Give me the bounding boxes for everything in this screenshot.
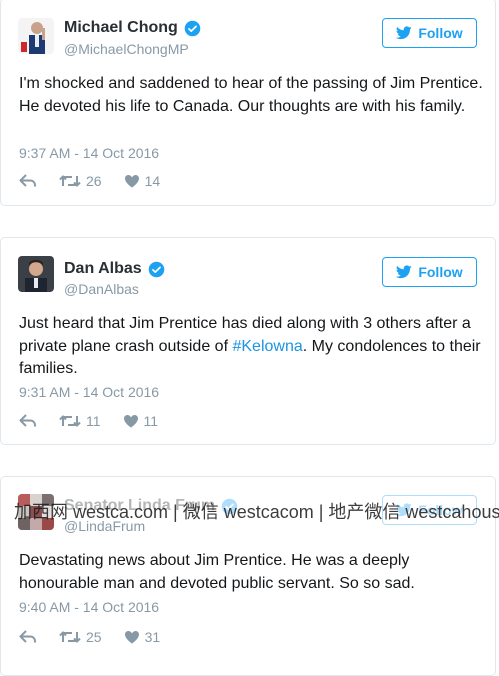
follow-button[interactable]: Follow — [382, 257, 477, 287]
tweet-text: I'm shocked and saddened to hear of the … — [19, 75, 483, 115]
like-button[interactable]: 31 — [124, 629, 161, 645]
like-count: 11 — [143, 413, 159, 429]
author-handle[interactable]: @MichaelChongMP — [64, 41, 189, 57]
tweet-text: Just heard that Jim Prentice has died al… — [19, 315, 481, 377]
retweet-icon — [59, 175, 81, 187]
tweet-timestamp[interactable]: 9:37 AM - 14 Oct 2016 — [19, 145, 159, 161]
retweet-button[interactable]: 11 — [59, 413, 101, 429]
twitter-bird-icon — [396, 26, 413, 40]
like-button[interactable]: 11 — [123, 413, 159, 429]
like-button[interactable]: 14 — [124, 173, 161, 189]
reply-button[interactable] — [19, 414, 37, 428]
avatar[interactable] — [18, 18, 54, 54]
like-count: 14 — [144, 173, 161, 189]
tweet-timestamp[interactable]: 9:40 AM - 14 Oct 2016 — [19, 599, 159, 615]
heart-icon — [124, 631, 139, 644]
tweet-timestamp[interactable]: 9:31 AM - 14 Oct 2016 — [19, 384, 159, 400]
retweet-count: 25 — [86, 629, 102, 645]
watermark-overlay: 加西网 westca.com | 微信 westcacom | 地产微信 wes… — [14, 502, 499, 522]
hashtag-link[interactable]: #Kelowna — [232, 338, 302, 355]
verified-icon — [148, 261, 164, 277]
reply-icon — [19, 174, 36, 187]
tweet-actions: 11 11 — [19, 413, 180, 429]
retweet-button[interactable]: 25 — [59, 629, 102, 645]
retweet-count: 11 — [86, 413, 101, 429]
reply-button[interactable] — [19, 630, 37, 644]
follow-button[interactable]: Follow — [382, 18, 477, 48]
verified-icon — [184, 20, 201, 36]
tweet-actions: 26 14 — [19, 173, 182, 189]
tweet-card: Michael Chong @MichaelChongMP Follow I'm… — [0, 0, 496, 206]
reply-icon — [19, 630, 36, 643]
author-name[interactable]: Dan Albas — [64, 260, 165, 278]
like-count: 31 — [144, 629, 161, 645]
avatar[interactable] — [18, 256, 54, 292]
author-name[interactable]: Michael Chong — [64, 19, 201, 37]
author-handle[interactable]: @DanAlbas — [64, 281, 139, 297]
heart-icon — [123, 415, 138, 428]
twitter-bird-icon — [396, 265, 413, 279]
retweet-icon — [59, 631, 81, 643]
heart-icon — [124, 175, 139, 188]
retweet-button[interactable]: 26 — [59, 173, 102, 189]
tweet-actions: 25 31 — [19, 629, 182, 645]
tweet-card: Dan Albas @DanAlbas Follow Just heard th… — [0, 237, 496, 445]
tweet-text: Devastating news about Jim Prentice. He … — [19, 552, 415, 592]
retweet-icon — [59, 415, 81, 427]
retweet-count: 26 — [86, 173, 102, 189]
reply-icon — [19, 414, 36, 427]
reply-button[interactable] — [19, 174, 37, 188]
